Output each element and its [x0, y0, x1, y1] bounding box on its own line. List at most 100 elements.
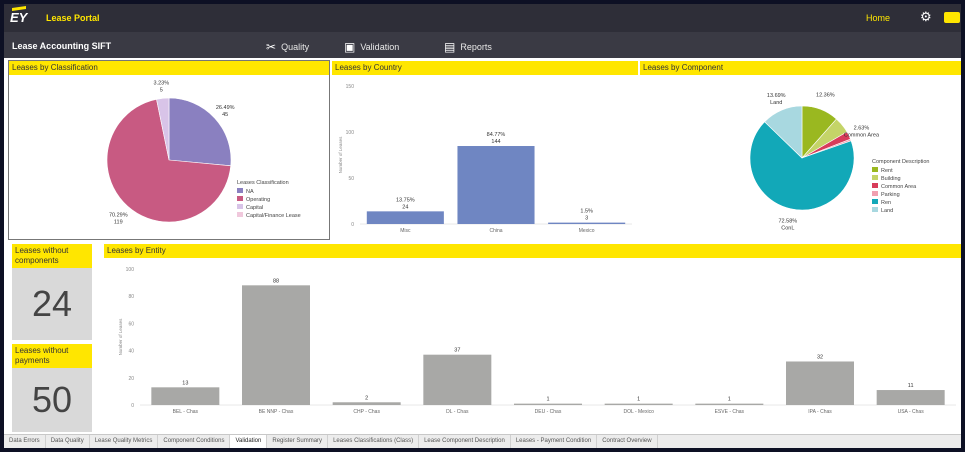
- legend-label-2: Capital: [246, 205, 263, 211]
- x-tick-label-7: IPA - Chas: [808, 409, 832, 415]
- bar-value-label-5: 1: [637, 397, 640, 403]
- kpi-components-value: 24: [12, 268, 92, 340]
- folder-icon[interactable]: [944, 12, 960, 23]
- x-tick-label-6: ESVE - Chas: [715, 409, 745, 415]
- slice-count-label-1: 119: [114, 220, 123, 226]
- legend-title: Component Description: [872, 159, 929, 165]
- slice-count-label-5: Land: [770, 100, 782, 106]
- y-tick-label-0: 0: [131, 403, 134, 409]
- legend-swatch-2: [872, 183, 878, 188]
- bar-pct-label-2: 1.5%: [580, 209, 593, 215]
- legend-label-4: Ren: [881, 200, 891, 206]
- sub-bar: Lease Accounting SIFT ✂ Quality ▣ Valida…: [4, 32, 961, 58]
- nav-reports[interactable]: ▤ Reports: [444, 40, 492, 54]
- x-tick-label-5: DOL - Mexico: [623, 409, 654, 415]
- report-tab[interactable]: Component Conditions: [158, 435, 231, 448]
- home-link[interactable]: Home: [866, 13, 890, 23]
- x-tick-label-3: DL - Chas: [446, 409, 469, 415]
- kpi-payments-value: 50: [12, 368, 92, 432]
- bar-2: [548, 222, 626, 224]
- report-tab[interactable]: Register Summary: [267, 435, 329, 448]
- legend-swatch-2: [237, 204, 243, 209]
- legend-label-3: Capital/Finance Lease: [246, 213, 301, 219]
- legend-swatch-0: [237, 188, 243, 193]
- bar-1: [242, 285, 310, 405]
- slice-pct-label-1: 70.29%: [109, 213, 128, 219]
- y-tick-label-0: 0: [351, 222, 354, 228]
- slice-pct-label-4: 72.58%: [778, 218, 797, 224]
- x-tick-label-2: CHP - Chas: [353, 409, 380, 415]
- bar-count-label-1: 144: [491, 139, 500, 145]
- app-window: EY Lease Portal Home ⚙ Lease Accounting …: [4, 4, 961, 448]
- x-tick-label-8: USA - Chas: [898, 409, 925, 415]
- slice-count-label-4: ConL: [781, 225, 794, 231]
- x-tick-label-0: BEL - Chas: [173, 409, 199, 415]
- country-panel-title: Leases by Country: [332, 61, 638, 75]
- bar-6: [695, 403, 764, 405]
- report-tab[interactable]: Lease Component Description: [419, 435, 511, 448]
- report-tabs: Data Errors Data Quality Lease Quality Met…: [4, 434, 961, 448]
- country-bar-chart: 0 50 100 150 Number of Leases 13.75%24 Misc 84.…: [338, 84, 632, 234]
- y-tick-label-3: 150: [346, 84, 355, 90]
- bar-4: [514, 403, 582, 405]
- report-title: Lease Accounting SIFT: [12, 41, 112, 51]
- ey-logo: EY: [10, 10, 28, 25]
- y-tick-label-5: 100: [126, 267, 135, 273]
- entity-bar-chart: 0 20 40 60 80 100 Number of Leases 13 BEL - Chas…: [118, 267, 956, 415]
- legend-swatch-4: [872, 199, 878, 204]
- tools-icon: ✂: [266, 40, 277, 54]
- slice-count-label-0: 45: [222, 112, 228, 118]
- y-axis-label: Number of Leases: [338, 136, 343, 174]
- report-tab[interactable]: Data Errors: [4, 435, 46, 448]
- legend-label-1: Building: [881, 176, 901, 182]
- slice-pct-label-2: 2.63%: [854, 125, 870, 131]
- legend-label-2: Common Area: [881, 184, 917, 190]
- bar-pct-label-1: 84.77%: [487, 132, 506, 138]
- y-tick-label-3: 60: [128, 321, 134, 327]
- bar-value-label-4: 1: [546, 397, 549, 403]
- y-tick-label-2: 40: [128, 349, 134, 355]
- gear-icon[interactable]: ⚙: [920, 10, 932, 24]
- bar-value-label-1: 88: [273, 278, 279, 284]
- app-title: Lease Portal: [46, 13, 100, 23]
- x-tick-label-1: BE NNP - Chas: [259, 409, 294, 415]
- slice-count-label-2: Common Area: [844, 132, 880, 138]
- legend-label-5: Land: [881, 208, 893, 214]
- legend-swatch-1: [237, 196, 243, 201]
- slice-pct-label-2: 3.23%: [153, 80, 169, 86]
- y-tick-label-2: 100: [346, 130, 355, 136]
- slice-pct-label-5: 13.69%: [767, 93, 786, 99]
- report-tab[interactable]: Data Quality: [46, 435, 90, 448]
- nav-validation[interactable]: ▣ Validation: [344, 40, 399, 54]
- nav-validation-label: Validation: [360, 42, 400, 52]
- legend-swatch-3: [872, 191, 878, 196]
- report-tab[interactable]: Validation: [230, 435, 268, 448]
- bar-value-label-0: 13: [182, 380, 188, 386]
- report-tab[interactable]: Leases - Payment Condition: [511, 435, 598, 448]
- report-tab[interactable]: Lease Quality Metrics: [90, 435, 159, 448]
- y-tick-label-4: 80: [128, 294, 134, 300]
- bar-0: [151, 387, 220, 405]
- entity-panel-title: Leases by Entity: [104, 244, 961, 258]
- legend-swatch-3: [237, 212, 243, 217]
- bar-2: [332, 402, 401, 405]
- y-tick-label-1: 20: [128, 376, 134, 382]
- clipboard-icon: ▣: [344, 40, 356, 54]
- legend-swatch-5: [872, 207, 878, 212]
- nav-quality[interactable]: ✂ Quality: [266, 40, 309, 54]
- legend-label-0: NA: [246, 189, 254, 195]
- report-tab[interactable]: Contract Overview: [597, 435, 658, 448]
- bar-0: [366, 211, 444, 224]
- report-tab[interactable]: Leases Classifications (Class): [328, 435, 420, 448]
- x-tick-label-2: Mexico: [579, 228, 595, 234]
- legend-label-1: Operating: [246, 197, 270, 203]
- legend-label-0: Rent: [881, 168, 893, 174]
- legend-swatch-0: [872, 167, 878, 172]
- legend-swatch-1: [872, 175, 878, 180]
- bar-count-label-2: 3: [585, 216, 588, 222]
- bar-5: [604, 403, 673, 405]
- kpi-payments-label: Leases without payments: [12, 344, 92, 368]
- slice-pct-label-0: 26.49%: [216, 105, 235, 111]
- bar-3: [423, 354, 492, 405]
- bar-pct-label-0: 13.75%: [396, 197, 415, 203]
